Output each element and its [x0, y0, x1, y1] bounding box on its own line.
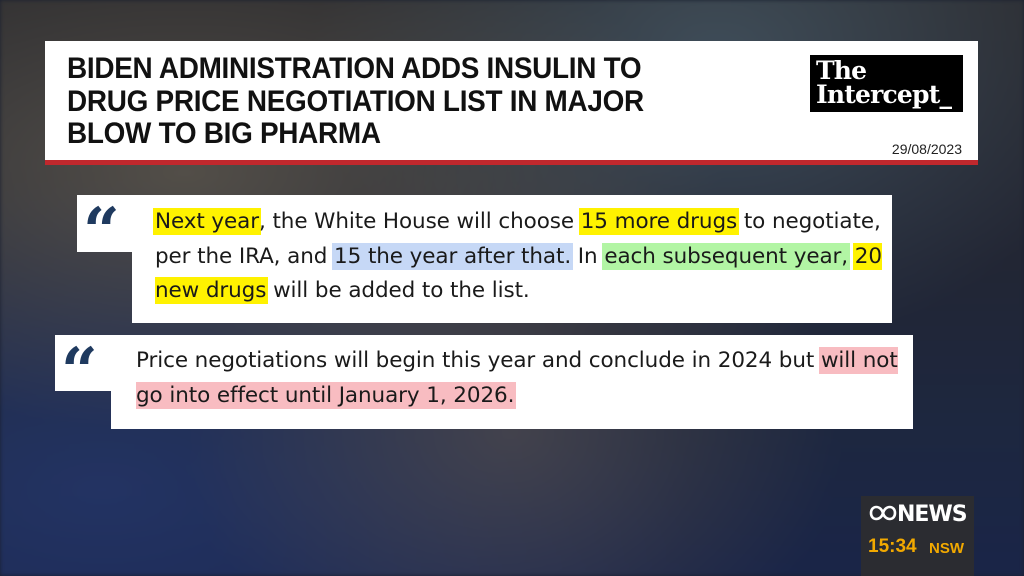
abc-lissajous-icon — [869, 505, 897, 521]
logo-line-2: Intercept_ — [816, 80, 952, 109]
quote-icon: “ — [83, 194, 120, 269]
headline-title: BIDEN ADMINISTRATION ADDS INSULIN TO DRU… — [67, 52, 709, 151]
headline-line-1: BIDEN ADMINISTRATION ADDS INSULIN TO — [67, 52, 642, 85]
highlight-next-year: Next year — [153, 208, 261, 235]
abc-news-logo: NEWS — [869, 502, 968, 527]
the-intercept-logo: The Intercept_ — [810, 55, 963, 112]
highlight-15-more-drugs: 15 more drugs — [578, 208, 740, 235]
quote-icon: “ — [61, 334, 98, 409]
headline-line-2: DRUG PRICE NEGOTIATION LIST IN MAJOR — [67, 84, 644, 118]
broadcast-region: NSW — [929, 540, 964, 557]
quote-segment: will be added to the list. — [266, 278, 530, 303]
quote-segment: In — [571, 243, 605, 269]
highlight-each-subsequent-year: each subsequent year, — [602, 242, 850, 270]
quote-text-1: Next year, the White House will choose 1… — [153, 205, 885, 309]
headline-card: BIDEN ADMINISTRATION ADDS INSULIN TO DRU… — [45, 41, 978, 165]
quote-segment: , the White House will choose — [259, 209, 581, 234]
broadcast-time: 15:34 — [868, 536, 917, 557]
network-name: NEWS — [897, 502, 968, 527]
highlight-15-year-after: 15 the year after that. — [332, 242, 574, 270]
quote-text-2: Price negotiations will begin this year … — [136, 344, 906, 413]
headline-line-3: BLOW TO BIG PHARMA — [67, 117, 381, 150]
article-date: 29/08/2023 — [891, 141, 962, 157]
abc-news-bug: NEWS 15:34 NSW — [861, 496, 974, 576]
quote-segment: Price negotiations will begin this year … — [136, 348, 821, 373]
